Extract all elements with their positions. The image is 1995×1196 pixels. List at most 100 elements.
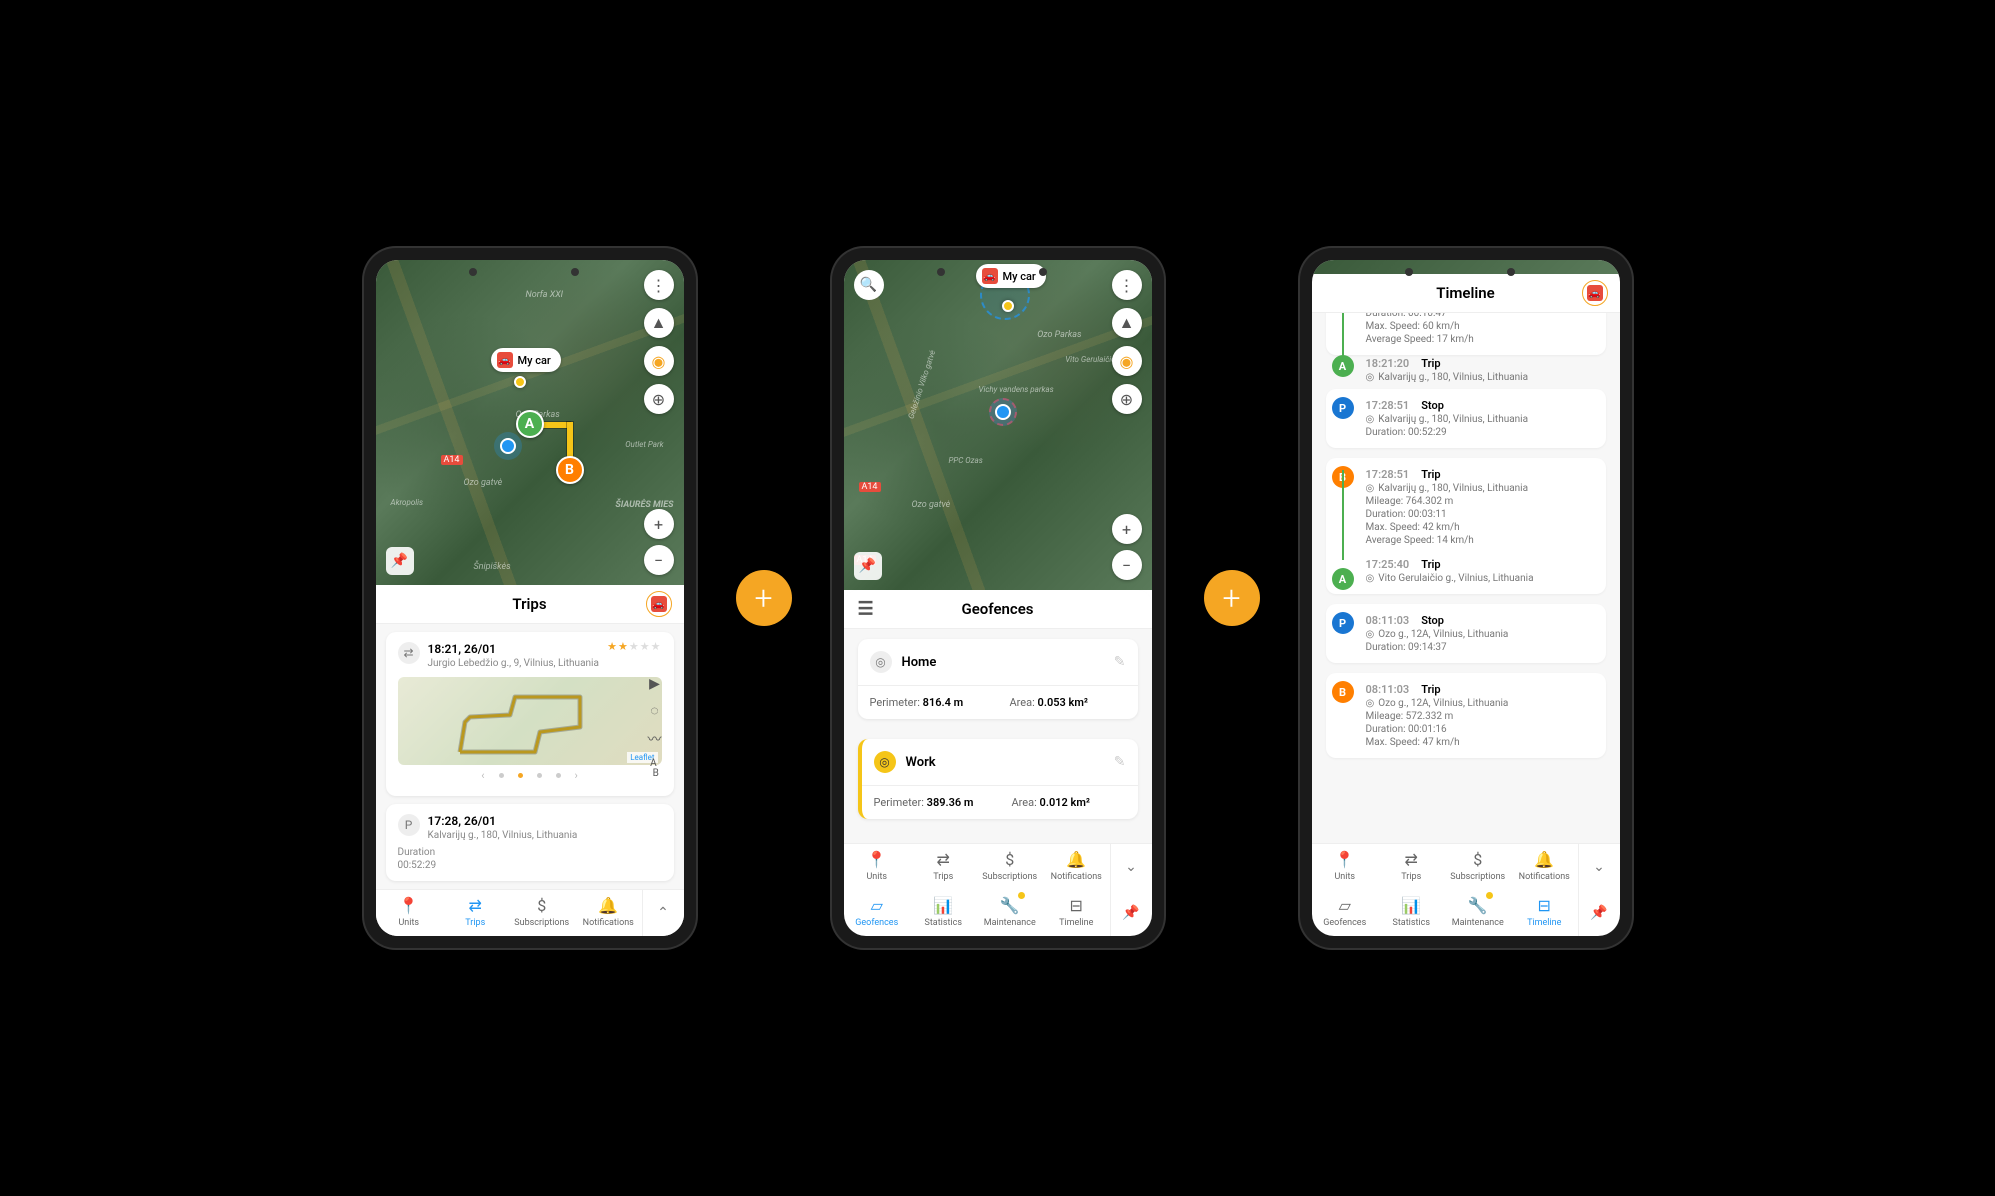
tl-detail: Average Speed: 14 km/h	[1366, 535, 1594, 546]
edit-icon[interactable]: ✎	[1114, 654, 1126, 670]
ab-markers-icon[interactable]: A B	[650, 759, 659, 779]
collapse-button[interactable]: ⌄	[1578, 844, 1620, 890]
collapse-button[interactable]: ⌄	[1110, 844, 1152, 890]
trip-card[interactable]: P 17:28, 26/01 Kalvarijų g., 180, Vilniu…	[386, 804, 674, 881]
layers-icon[interactable]: ◉	[1112, 346, 1142, 376]
pin-button[interactable]: 📌	[854, 552, 882, 580]
zoom-out-button[interactable]: −	[1112, 550, 1142, 580]
nav-maintenance[interactable]: 🔧Maintenance	[1445, 890, 1512, 936]
map-view[interactable]: Norfa XXI Ozo Parkas Ozo gatvė Šnipiškės…	[376, 260, 684, 585]
bell-icon: 🔔	[1534, 850, 1554, 869]
geofence-icon: ▱	[871, 896, 883, 915]
nav-timeline[interactable]: ⊟Timeline	[1043, 890, 1110, 936]
more-icon[interactable]: ⋮	[1112, 270, 1142, 300]
target-icon[interactable]: ◌	[650, 702, 658, 719]
map-view[interactable]: Ozo gatvė Ozo Parkas Vichy vandens parka…	[844, 260, 1152, 590]
geofence-card-home[interactable]: ◎Home✎ Perimeter: 816.4 m Area: 0.053 km…	[858, 639, 1138, 719]
marker-p: P	[1332, 397, 1354, 419]
tl-address: Kalvarijų g., 180, Vilnius, Lithuania	[1378, 483, 1528, 494]
route-icon: ⇄	[469, 896, 482, 915]
compass-icon[interactable]: ▲	[1112, 308, 1142, 338]
expand-button[interactable]: ⌃	[642, 890, 684, 936]
marker-a[interactable]: A	[516, 410, 544, 438]
map-sliver	[1312, 260, 1620, 274]
nav-statistics[interactable]: 📊Statistics	[1378, 890, 1445, 936]
pager-next[interactable]: ›	[575, 769, 578, 782]
phone-3-timeline: Timeline 🚗 Mileage: 3.098 km Duration: 0…	[1300, 248, 1632, 948]
pager-prev[interactable]: ‹	[481, 769, 484, 782]
tl-address: Ozo g., 12A, Vilnius, Lithuania	[1378, 629, 1508, 640]
nav-units[interactable]: 📍Units	[1312, 844, 1379, 890]
nav-geofences[interactable]: ▱Geofences	[844, 890, 911, 936]
timeline-partial-card: Mileage: 3.098 km Duration: 00:10:47 Max…	[1326, 313, 1606, 355]
area-value: 0.012 km²	[1040, 796, 1090, 809]
filter-car-icon[interactable]: 🚗	[1582, 280, 1608, 306]
more-icon[interactable]: ⋮	[644, 270, 674, 300]
pin-nav-button[interactable]: 📌	[1578, 890, 1620, 936]
zoom-in-button[interactable]: +	[644, 509, 674, 539]
trip-card[interactable]: ⇄ 18:21, 26/01 Jurgio Lebedžio g., 9, Vi…	[386, 632, 674, 796]
trip-rating[interactable]: ★★★★★	[607, 640, 661, 653]
pager-dot[interactable]	[499, 773, 504, 778]
nav-trips[interactable]: ⇄Trips	[442, 890, 509, 936]
current-position-dot	[995, 404, 1011, 420]
route-icon: ⇄	[398, 642, 420, 664]
compass-icon[interactable]: ▲	[644, 308, 674, 338]
nav-notifications[interactable]: 🔔Notifications	[575, 890, 642, 936]
trips-panel: Trips 🚗 ⇄ 18:21, 26/01 Jurgio Lebedžio g…	[376, 585, 684, 936]
tl-detail: Duration: 00:01:16	[1366, 724, 1594, 735]
chart-icon: 📊	[933, 896, 953, 915]
timeline-card[interactable]: P 17:28:51Stop ◎Kalvarijų g., 180, Vilni…	[1326, 389, 1606, 448]
layers-icon[interactable]: ◉	[644, 346, 674, 376]
pin-icon: 📍	[1335, 850, 1355, 869]
notification-dot	[1018, 892, 1025, 899]
locate-icon[interactable]: ⊕	[644, 384, 674, 414]
locate-icon[interactable]: ⊕	[1112, 384, 1142, 414]
timeline-card[interactable]: B 17:28:51Trip ◎Kalvarijų g., 180, Vilni…	[1326, 458, 1606, 594]
zoom-out-button[interactable]: −	[644, 545, 674, 575]
geofence-card-work[interactable]: ◎Work✎ Perimeter: 389.36 m Area: 0.012 k…	[858, 739, 1138, 819]
nav-units[interactable]: 📍Units	[844, 844, 911, 890]
nav-notifications[interactable]: 🔔Notifications	[1511, 844, 1578, 890]
nav-geofences[interactable]: ▱Geofences	[1312, 890, 1379, 936]
wrench-icon: 🔧	[1468, 896, 1488, 915]
nav-timeline[interactable]: ⊟Timeline	[1511, 890, 1578, 936]
marker-b[interactable]: B	[556, 456, 584, 484]
menu-icon[interactable]: ☰	[858, 599, 874, 620]
marker-a: A	[1332, 355, 1354, 377]
map-controls: ⋮ ▲ ◉ ⊕	[644, 270, 674, 414]
pin-button[interactable]: 📌	[386, 547, 414, 575]
pager-dot[interactable]	[518, 773, 523, 778]
timeline-list[interactable]: Mileage: 3.098 km Duration: 00:10:47 Max…	[1312, 313, 1620, 843]
edit-icon[interactable]: ✎	[1114, 754, 1126, 770]
search-icon[interactable]: 🔍	[854, 270, 884, 300]
car-badge[interactable]: 🚗My car	[491, 348, 561, 372]
tl-type: Stop	[1421, 399, 1444, 412]
nav-statistics[interactable]: 📊Statistics	[910, 890, 977, 936]
pager-dot[interactable]	[537, 773, 542, 778]
nav-units[interactable]: 📍Units	[376, 890, 443, 936]
marker-a: A	[1332, 568, 1354, 590]
nav-trips[interactable]: ⇄Trips	[910, 844, 977, 890]
nav-maintenance[interactable]: 🔧Maintenance	[977, 890, 1044, 936]
filter-car-icon[interactable]: 🚗	[646, 591, 672, 617]
timeline-icon: ⊟	[1070, 896, 1083, 915]
pin-nav-button[interactable]: 📌	[1110, 890, 1152, 936]
play-icon[interactable]: ▶	[649, 676, 660, 692]
chart-icon[interactable]: 〰	[648, 729, 662, 749]
phone-1-trips: Norfa XXI Ozo Parkas Ozo gatvė Šnipiškės…	[364, 248, 696, 948]
timeline-card[interactable]: P 08:11:03Stop ◎Ozo g., 12A, Vilnius, Li…	[1326, 604, 1606, 663]
nav-trips[interactable]: ⇄Trips	[1378, 844, 1445, 890]
timeline-card[interactable]: B 08:11:03Trip ◎Ozo g., 12A, Vilnius, Li…	[1326, 673, 1606, 758]
nav-subscriptions[interactable]: $Subscriptions	[509, 890, 576, 936]
trip-address: Kalvarijų g., 180, Vilnius, Lithuania	[428, 830, 578, 841]
nav-subscriptions[interactable]: $Subscriptions	[1445, 844, 1512, 890]
pager-dot[interactable]	[556, 773, 561, 778]
nav-subscriptions[interactable]: $Subscriptions	[977, 844, 1044, 890]
car-badge[interactable]: 🚗My car	[976, 264, 1046, 288]
trip-time: 18:21, 26/01	[428, 642, 599, 656]
area-value: 0.053 km²	[1038, 696, 1088, 709]
zoom-in-button[interactable]: +	[1112, 514, 1142, 544]
nav-notifications[interactable]: 🔔Notifications	[1043, 844, 1110, 890]
tl-type: Trip	[1421, 468, 1440, 481]
